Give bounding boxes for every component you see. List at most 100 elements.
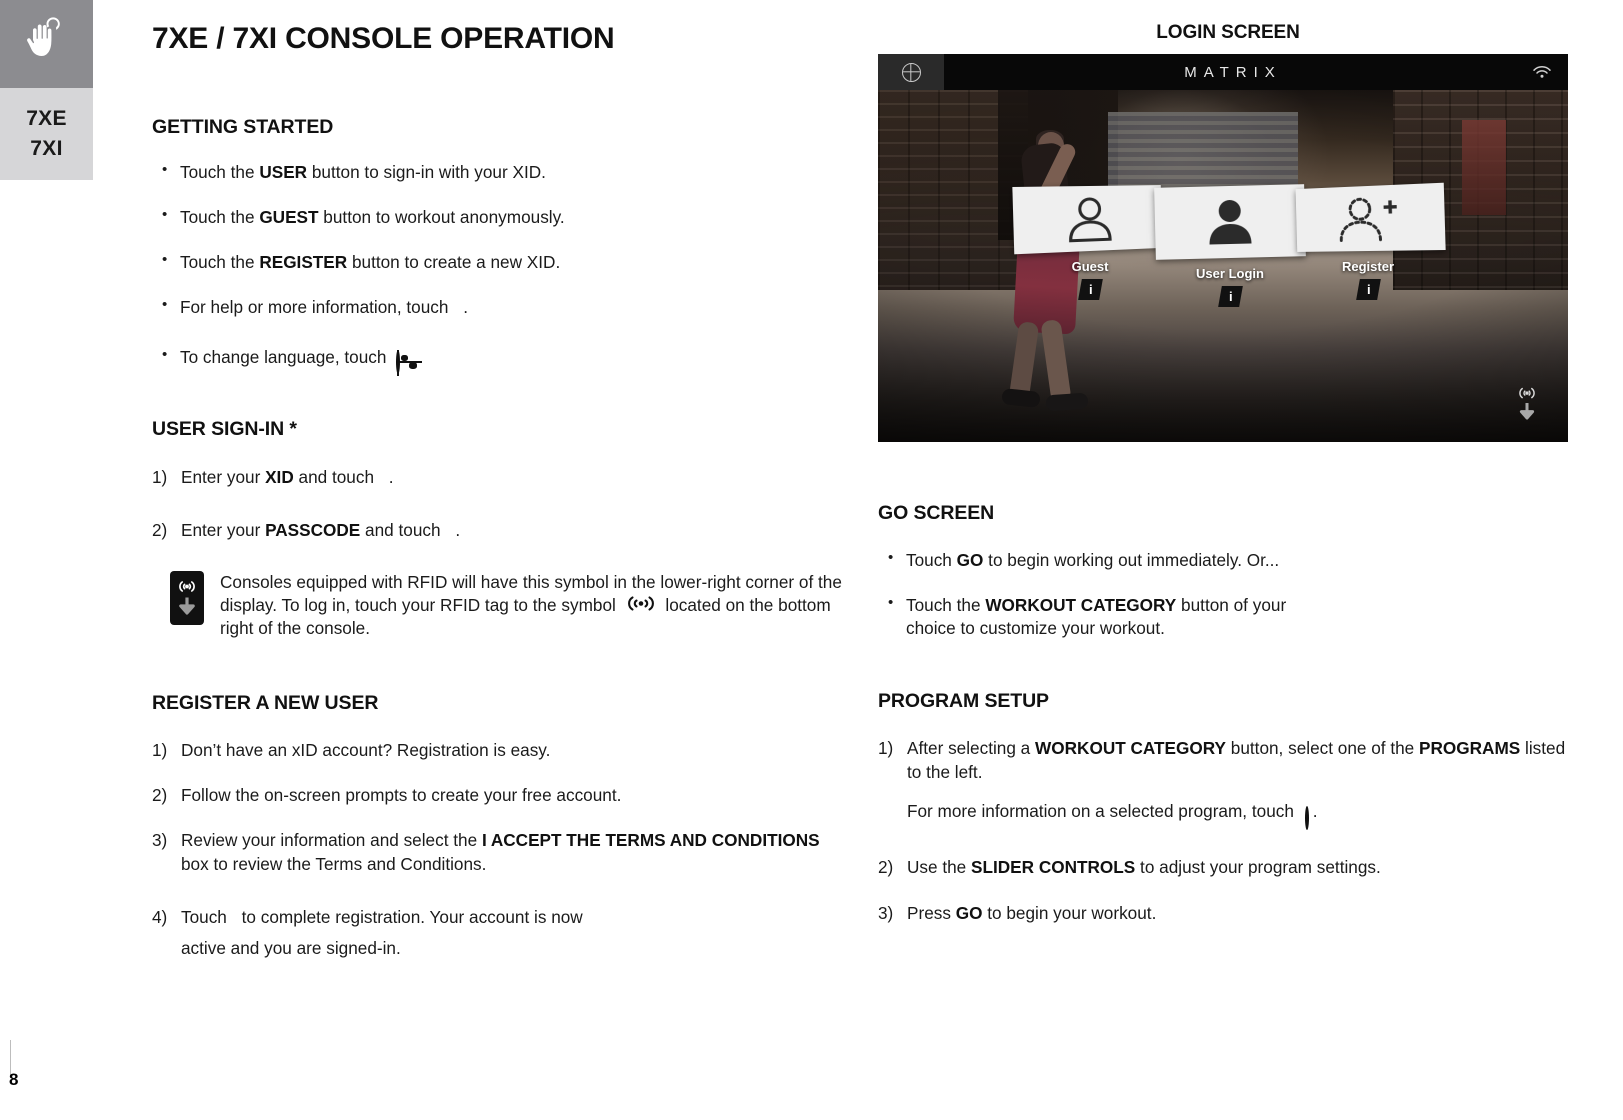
item-number: 1) [152,739,168,760]
bullet-bold: USER [259,162,308,182]
bullet-bold: REGISTER [259,252,348,273]
guest-info-button[interactable]: i [1077,279,1103,300]
left-column: 7XE / 7XI CONSOLE OPERATION GETTING STAR… [152,0,842,982]
register-card[interactable] [1295,182,1446,252]
program-info-line: For more information on a selected progr… [907,800,1578,830]
rfid-download-icon [1514,382,1540,426]
list-item: To change language, touch . [152,345,842,375]
item-text-tail: to complete registration. Your account i… [181,907,583,958]
item-text-tail: box to review the Terms and Conditions. [181,853,487,874]
item-bold: WORKOUT CATEGORY [1035,738,1226,759]
register-card-label: Register [1341,259,1395,274]
info-letter: i [1366,282,1370,297]
user-login-card[interactable] [1154,184,1306,260]
item-number: 2) [152,785,168,806]
sidebar-label-7xe: 7XE [26,107,67,130]
login-card-row: Guest i User Login i Register i [878,182,1568,316]
bullet-bold: GO [956,550,984,570]
item-text: Press [907,902,956,923]
bullet-text: For help or more information, touch [180,297,454,318]
console-top-bar: MATRIX [878,54,1568,90]
item-number: 1) [152,467,168,488]
item-text: Enter your [181,519,266,540]
rfid-icon [624,595,658,615]
bullet-bold: GUEST [259,207,319,228]
info-letter: i [1228,289,1232,304]
sidebar-label-7xi: 7XI [30,137,63,160]
list-item: Touch the GUEST button to workout anonym… [152,205,842,229]
list-item: 1) Don’t have an xID account? Registrati… [152,739,842,762]
bullet-text-tail: button to create a new XID. [347,252,561,273]
register-list: 1) Don’t have an xID account? Registrati… [152,739,842,960]
item-text: Enter your [181,467,266,488]
item-subtext: For more information on a selected progr… [907,800,1299,821]
go-screen-list: Touch GO to begin working out immediatel… [878,548,1578,640]
user-login-info-button[interactable]: i [1217,286,1243,307]
bullet-text: Touch the [180,207,260,228]
hand-touch-icon [21,14,73,75]
item-number: 3) [878,902,894,923]
right-column: LOGIN SCREEN MATRIX Guest i User Login i… [878,0,1578,947]
list-item: Touch the USER button to sign-in with yo… [152,160,842,184]
list-item: 3) Review your information and select th… [152,829,842,876]
item-bold: XID [265,467,294,488]
bullet-text: Touch the [180,162,260,182]
item-subtext-tail: . [1312,800,1318,821]
page-number: 8 [9,1070,19,1089]
list-item: 2) Enter your PASSCODE and touch . [152,519,842,549]
bullet-text-tail: button to workout anonymously. [318,207,565,228]
guest-card[interactable] [1012,185,1163,255]
rfid-download-icon [170,571,204,626]
info-letter: i [1088,282,1092,297]
user-login-option[interactable]: User Login i [1154,184,1306,307]
item-text: Follow the on-screen prompts to create y… [181,785,622,806]
item-number: 2) [152,519,168,540]
bullet-text-tail: . [463,297,468,318]
guest-login-option[interactable]: Guest i [1012,185,1165,300]
list-item: Touch the REGISTER button to create a ne… [152,250,842,274]
matrix-brand-logo: MATRIX [1184,63,1282,81]
login-screen-caption: LOGIN SCREEN [1156,22,1300,43]
globe-icon [396,350,418,375]
bullet-bold: WORKOUT CATEGORY [985,595,1177,616]
register-info-button[interactable]: i [1355,279,1381,300]
person-add-dotted-icon [1337,194,1397,242]
bullet-text-tail: to begin working out immediately. Or... [983,550,1280,570]
list-item: 2) Follow the on-screen prompts to creat… [152,784,842,807]
bullet-text: Touch the [180,252,260,273]
document-page: 7XE 7XI 8 7XE / 7XI CONSOLE OPERATION GE… [0,0,1623,1120]
person-filled-icon [1209,200,1252,245]
item-text-mid: and touch [293,467,379,488]
bullet-text: To change language, touch [180,347,392,368]
item-text: Review your information and select the [181,830,482,851]
list-item: For help or more information, touch . [152,295,842,324]
sidebar-icon-block [0,0,93,88]
heading-program-setup: PROGRAM SETUP [878,690,1049,713]
heading-register: REGISTER A NEW USER [152,691,379,714]
item-text-mid: button, select one of the [1226,738,1420,759]
guest-card-label: Guest [1071,259,1109,274]
list-item: 4) Touch to complete registration. Your … [152,906,622,960]
heading-user-signin: USER SIGN-IN * [152,418,297,441]
language-button[interactable] [878,54,944,90]
sidebar-tab: 7XE 7XI [0,0,93,180]
heading-go-screen: GO SCREEN [878,502,995,524]
getting-started-list: Touch the USER button to sign-in with yo… [152,160,842,375]
item-bold: GO [955,902,983,923]
page-title: 7XE / 7XI CONSOLE OPERATION [152,22,615,55]
item-text: After selecting a [907,738,1036,759]
item-text: Use the [907,857,972,878]
item-text-tail: to adjust your program settings. [1135,857,1381,878]
register-option[interactable]: Register i [1293,182,1446,300]
item-number: 3) [152,830,168,851]
sidebar-label-block: 7XE 7XI [0,88,93,180]
bullet-text: Touch [906,550,957,570]
item-bold: I ACCEPT THE TERMS AND CONDITIONS [481,830,820,851]
rfid-note-text: Consoles equipped with RFID will have th… [220,571,842,640]
rfid-note: Consoles equipped with RFID will have th… [152,571,842,640]
item-number: 1) [878,738,894,759]
list-item: 1) Enter your XID and touch . [152,466,842,496]
item-text-mid: and touch [360,519,446,540]
item-number: 4) [152,907,168,928]
list-item: 3) Press GO to begin your workout. [878,902,1578,925]
